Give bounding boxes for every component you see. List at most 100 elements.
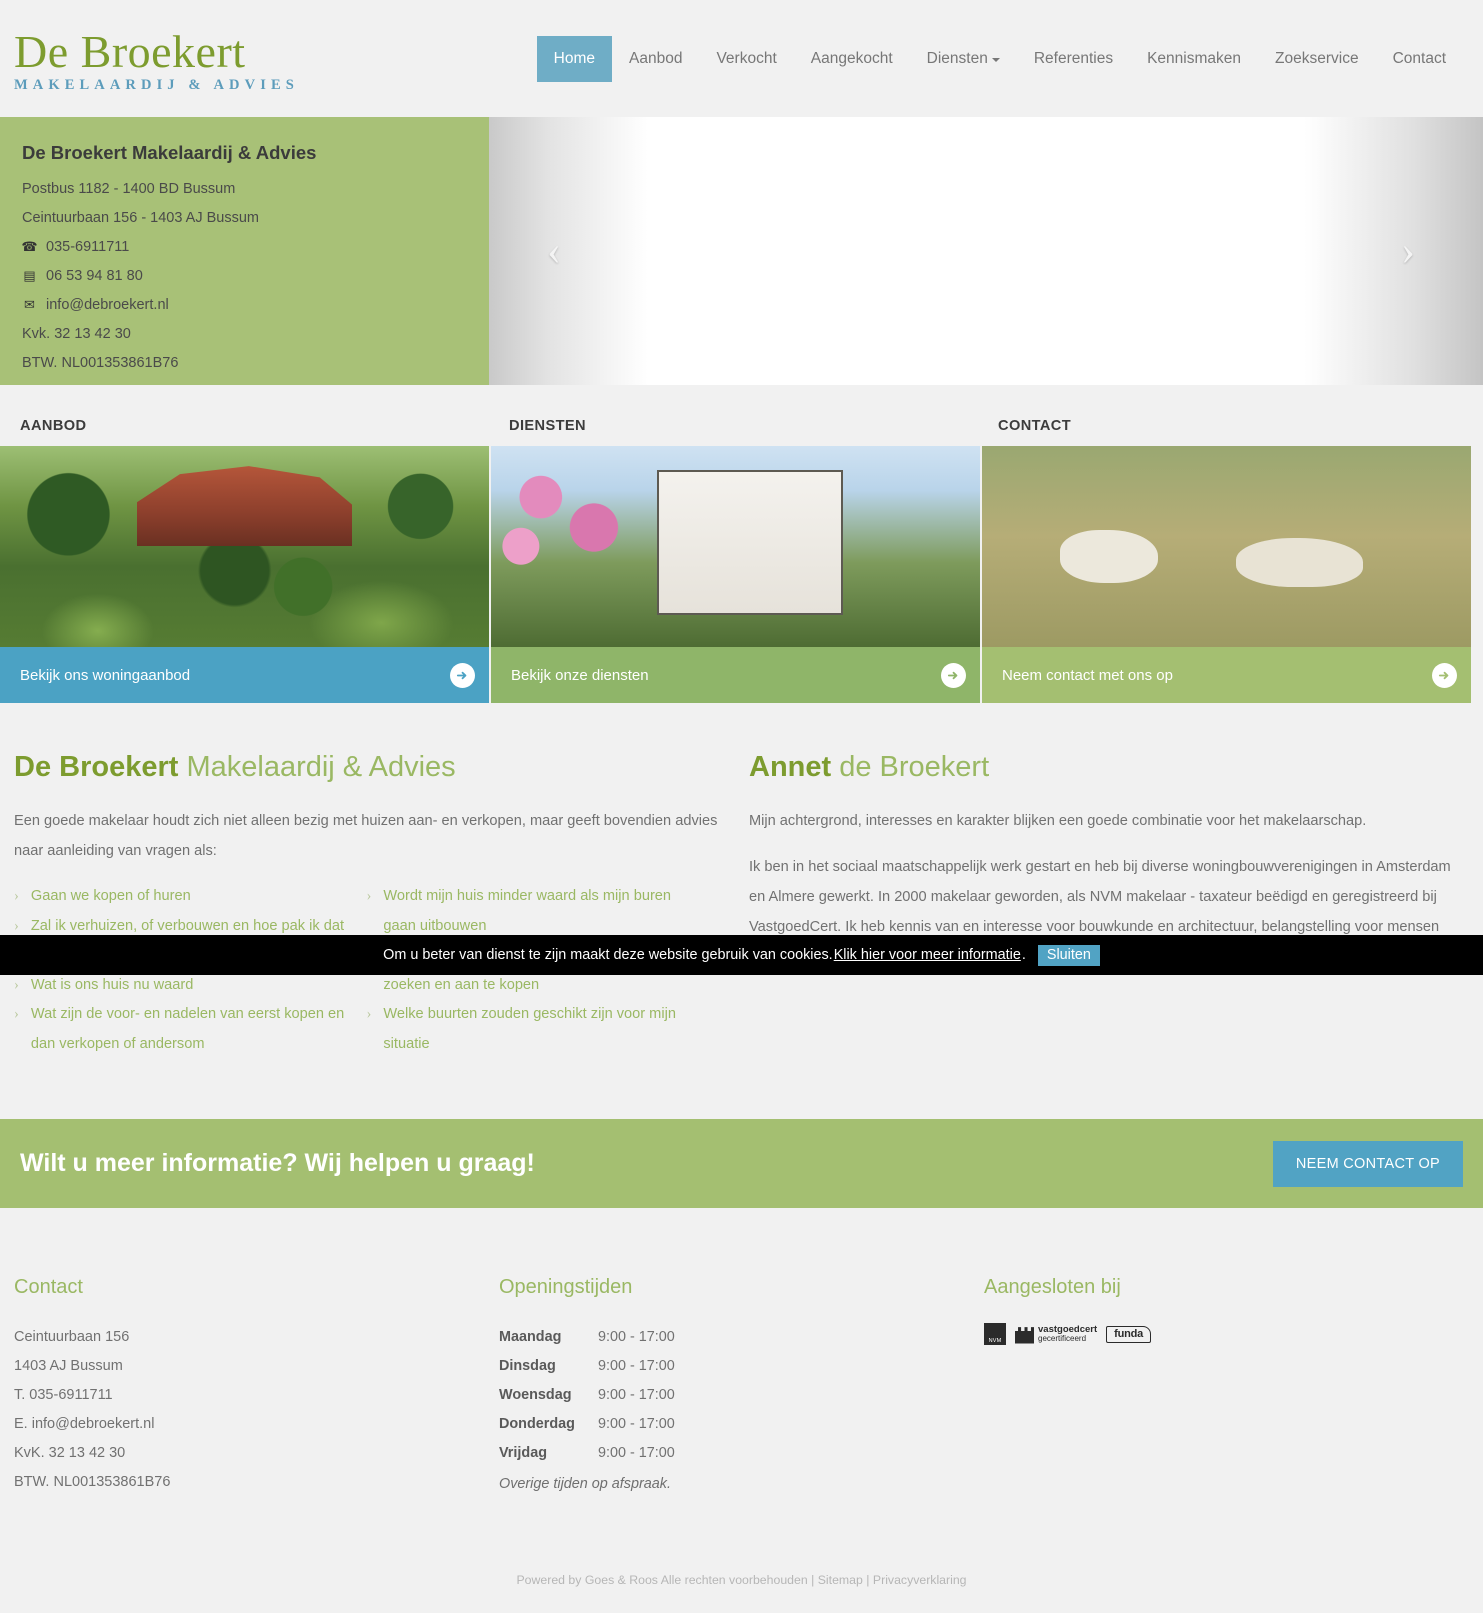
footer-contact-line: Ceintuurbaan 156 [14, 1329, 130, 1345]
promo-card-diensten[interactable]: Bekijk onze diensten [491, 446, 980, 703]
vastgoedcert-subtitle: gecertificeerd [1038, 1333, 1087, 1343]
promo-card-aanbod[interactable]: Bekijk ons woningaanbod [0, 446, 489, 703]
footer-contact-line: KvK. 32 13 42 30 [14, 1445, 126, 1461]
cta-banner: Wilt u meer informatie? Wij helpen u gra… [0, 1119, 1483, 1208]
question-item[interactable]: › Welke buurten zouden geschikt zijn voor… [367, 1000, 720, 1059]
question-item[interactable]: › Wordt mijn huis minder waard als mijn b… [367, 882, 720, 941]
chevron-right-icon: › [366, 1006, 372, 1022]
hero-address-postbus-text: Postbus 1182 - 1400 BD Bussum [22, 181, 236, 197]
question-item[interactable]: › Wat zijn de voor- en nadelen van eerst … [14, 1000, 367, 1059]
hero-btw-text: BTW. NL001353861B76 [22, 355, 179, 371]
nav-item-zoekservice[interactable]: Zoekservice [1258, 36, 1376, 82]
nav-item-kennismaken[interactable]: Kennismaken [1130, 36, 1258, 82]
cta-contact-button[interactable]: NEEM CONTACT OP [1272, 1140, 1463, 1187]
promo-card-contact[interactable]: Neem contact met ons op [982, 446, 1471, 703]
nav-item-aanbod[interactable]: Aanbod [612, 36, 699, 82]
right-column-title: Annet de Broekert [749, 751, 1454, 784]
opening-hours-day: Dinsdag [499, 1358, 556, 1374]
promo-bar[interactable]: Bekijk ons woningaanbod [0, 647, 489, 703]
main-content: De Broekert Makelaardij & Advies Een goe… [0, 703, 1483, 1119]
nav-item-label: Diensten [926, 49, 988, 67]
question-label: Welke buurten zouden geschikt zijn voor … [383, 1006, 676, 1052]
left-title-rest: Makelaardij & Advies [178, 751, 456, 783]
footer-contact-line: BTW. NL001353861B76 [14, 1474, 171, 1490]
promo-section: AANBOD DIENSTEN CONTACT Bekijk ons woninga… [0, 385, 1483, 703]
logo-title: De Broekert [14, 26, 246, 78]
left-title-bold: De Broekert [14, 751, 179, 783]
nav-item-diensten[interactable]: Diensten [910, 36, 1017, 82]
hero-address-street-text: Ceintuurbaan 156 - 1403 AJ Bussum [22, 210, 259, 226]
hero-company-name: De Broekert Makelaardij & Advies [22, 142, 317, 163]
opening-hours-time: 9:00 - 17:00 [598, 1416, 675, 1432]
footer-hours: Openingstijden Maandag 9:00 - 17:00 Dinsda… [499, 1276, 984, 1499]
arrow-right-icon [450, 662, 475, 688]
right-title-bold: Annet [749, 751, 832, 783]
opening-hours-day: Donderdag [499, 1416, 575, 1432]
privacy-link[interactable]: Privacyverklaring [873, 1573, 967, 1587]
cta-headline: Wilt u meer informatie? Wij helpen u gra… [20, 1149, 535, 1177]
nav-item-label: Aangekocht [810, 49, 893, 67]
nav-item-label: Aanbod [629, 49, 683, 67]
promo-bar-label: Bekijk onze diensten [511, 666, 649, 684]
promo-bar[interactable]: Bekijk onze diensten [491, 647, 980, 703]
logo-tagline: MAKELAARDIJ & ADVIES [14, 77, 299, 94]
slider-prev-icon[interactable]: ‹ [547, 230, 561, 272]
site-logo[interactable]: De Broekert MAKELAARDIJ & ADVIES [14, 24, 299, 93]
promo-heading-contact: CONTACT [998, 418, 1072, 434]
nav-item-label: Zoekservice [1275, 49, 1359, 67]
hero-mobile-text: 06 53 94 81 80 [46, 268, 143, 284]
cookie-close-button[interactable]: Sluiten [1037, 944, 1100, 966]
question-item[interactable]: › Gaan we kopen of huren [14, 882, 367, 912]
bottom-separator-2: | [866, 1573, 870, 1587]
mobile-phone-icon: ▤ [23, 268, 36, 283]
opening-hours-row: Vrijdag 9:00 - 17:00 [499, 1439, 984, 1468]
hero-email-text: info@debroekert.nl [46, 297, 169, 313]
opening-hours-row: Dinsdag 9:00 - 17:00 [499, 1352, 984, 1381]
hero-phone[interactable]: ☎ 035-6911711 [21, 239, 467, 255]
opening-hours-row: Maandag 9:00 - 17:00 [499, 1323, 984, 1352]
promo-bar-label: Neem contact met ons op [1002, 666, 1173, 684]
site-header: De Broekert MAKELAARDIJ & ADVIES Home Aan… [0, 0, 1483, 117]
hero-slideshow: ‹ › [489, 117, 1483, 385]
promo-bar[interactable]: Neem contact met ons op [982, 647, 1471, 703]
nav-item-contact[interactable]: Contact [1376, 36, 1463, 82]
sitemap-link[interactable]: Sitemap [818, 1573, 863, 1587]
cookie-period: . [1021, 947, 1026, 963]
promo-image [982, 446, 1471, 647]
chevron-right-icon: › [366, 888, 372, 904]
chevron-down-icon [991, 57, 1000, 62]
nav-item-verkocht[interactable]: Verkocht [699, 36, 793, 82]
envelope-icon: ✉ [24, 297, 35, 312]
nav-item-aangekocht[interactable]: Aangekocht [794, 36, 910, 82]
chevron-right-icon: › [14, 888, 19, 904]
vastgoedcert-crown-icon [1015, 1327, 1034, 1344]
hero-mobile[interactable]: ▤ 06 53 94 81 80 [22, 268, 467, 284]
question-label: Wordt mijn huis minder waard als mijn bu… [383, 888, 672, 934]
hero-email[interactable]: ✉ info@debroekert.nl [22, 297, 467, 313]
opening-hours-day: Maandag [499, 1329, 562, 1345]
opening-hours-row: Donderdag 9:00 - 17:00 [499, 1410, 984, 1439]
footer-contact-line: E. info@debroekert.nl [14, 1416, 155, 1432]
promo-cards: Bekijk ons woningaanbod Bekijk onze diens… [0, 446, 1483, 703]
slider-next-icon[interactable]: › [1401, 230, 1415, 272]
opening-hours-time: 9:00 - 17:00 [598, 1329, 675, 1345]
hero-address-postbus: Postbus 1182 - 1400 BD Bussum [22, 181, 467, 197]
nav-item-home[interactable]: Home [536, 35, 612, 82]
cookie-message: Om u beter van dienst te zijn maakt deze… [383, 947, 833, 963]
nav-item-label: Kennismaken [1147, 49, 1242, 67]
hero-section: De Broekert Makelaardij & Advies Postbus… [0, 117, 1483, 385]
nav-item-label: Contact [1392, 49, 1446, 67]
hero-kvk: Kvk. 32 13 42 30 [22, 326, 467, 342]
promo-heading-diensten: DIENSTEN [509, 418, 586, 434]
nvm-logo-icon: NVM [984, 1323, 1006, 1345]
footer-contact-line: T. 035-6911711 [14, 1387, 113, 1403]
hero-address-street: Ceintuurbaan 156 - 1403 AJ Bussum [22, 210, 467, 226]
arrow-right-icon [941, 662, 966, 688]
opening-hours-time: 9:00 - 17:00 [598, 1358, 675, 1374]
cookie-info-link[interactable]: Klik hier voor meer informatie [834, 947, 1021, 963]
opening-hours-row: Woensdag 9:00 - 17:00 [499, 1381, 984, 1410]
content-column-right: Annet de Broekert Mijn achtergrond, inte… [749, 751, 1454, 1059]
arrow-right-icon [1432, 662, 1457, 688]
footer-hours-title: Openingstijden [499, 1276, 633, 1298]
nav-item-referenties[interactable]: Referenties [1017, 36, 1130, 82]
